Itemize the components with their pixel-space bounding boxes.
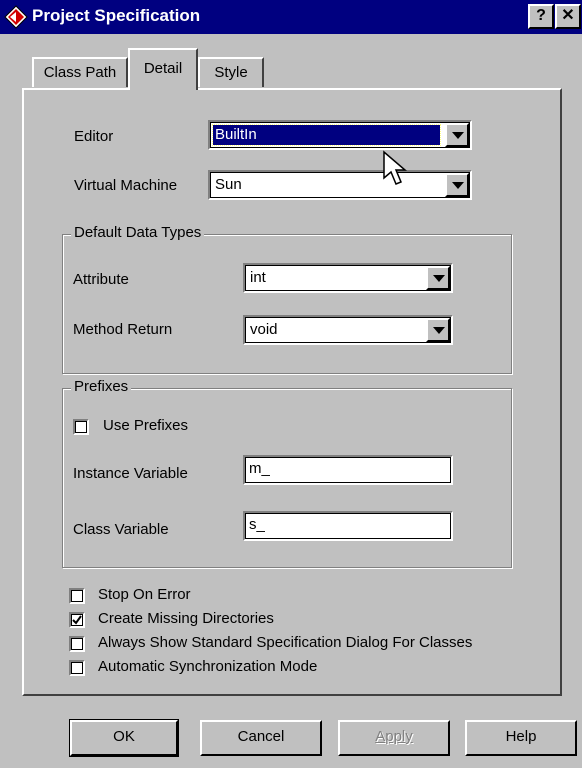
virtual-machine-select[interactable]: Sun (208, 170, 472, 200)
create-missing-directories-label: Create Missing Directories (98, 610, 274, 627)
attribute-select[interactable]: int (243, 263, 453, 293)
project-specification-dialog: Project Specification ? ✕ Class Path Det… (0, 0, 582, 768)
instance-variable-label: Instance Variable (73, 465, 188, 482)
prefixes-title: Prefixes (71, 378, 132, 395)
prefixes-group: Prefixes Use Prefixes Instance Variable … (62, 378, 512, 568)
detail-tab-panel: Editor BuiltIn Virtual Machine Sun Defau… (22, 88, 562, 696)
tab-style[interactable]: Style (198, 57, 264, 87)
checkmark-icon (72, 615, 82, 625)
stop-on-error-checkbox[interactable] (69, 588, 85, 604)
default-data-types-group: Default Data Types Attribute int Method … (62, 224, 512, 374)
automatic-sync-mode-checkbox[interactable] (69, 660, 85, 676)
ok-button[interactable]: OK (69, 719, 179, 757)
app-diamond-icon (4, 5, 28, 29)
editor-select-value: BuiltIn (212, 124, 441, 146)
title-bar[interactable]: Project Specification ? ✕ (0, 0, 582, 34)
virtual-machine-label: Virtual Machine (74, 177, 178, 194)
editor-dropdown-arrow-icon[interactable] (445, 123, 469, 147)
method-return-label: Method Return (73, 321, 173, 338)
class-variable-label: Class Variable (73, 521, 169, 538)
window-title: Project Specification (32, 6, 201, 25)
stop-on-error-label: Stop On Error (98, 586, 191, 603)
cancel-button[interactable]: Cancel (200, 720, 322, 756)
help-button[interactable]: Help (465, 720, 577, 756)
instance-variable-input[interactable]: m_ (243, 455, 453, 485)
method-return-select-value: void (250, 321, 278, 338)
always-show-spec-dialog-checkbox[interactable] (69, 636, 85, 652)
attribute-dropdown-arrow-icon[interactable] (426, 266, 450, 290)
editor-select[interactable]: BuiltIn (208, 120, 472, 150)
tab-detail[interactable]: Detail (128, 48, 198, 90)
method-return-select[interactable]: void (243, 315, 453, 345)
mouse-pointer-icon (383, 150, 408, 185)
always-show-spec-dialog-label: Always Show Standard Specification Dialo… (98, 634, 473, 651)
virtual-machine-select-value: Sun (215, 176, 242, 193)
use-prefixes-label: Use Prefixes (103, 417, 189, 434)
tab-class-path[interactable]: Class Path (32, 57, 128, 87)
default-data-types-title: Default Data Types (71, 224, 205, 241)
attribute-label: Attribute (73, 271, 129, 288)
use-prefixes-checkbox[interactable] (73, 419, 89, 435)
method-return-dropdown-arrow-icon[interactable] (426, 318, 450, 342)
virtual-machine-dropdown-arrow-icon[interactable] (445, 173, 469, 197)
close-title-button[interactable]: ✕ (555, 4, 581, 29)
class-variable-input[interactable]: s_ (243, 511, 453, 541)
automatic-sync-mode-label: Automatic Synchronization Mode (98, 658, 318, 675)
apply-button[interactable]: Apply (338, 720, 450, 756)
attribute-select-value: int (250, 269, 266, 286)
help-title-button[interactable]: ? (528, 4, 554, 29)
editor-label: Editor (74, 128, 114, 145)
create-missing-directories-checkbox[interactable] (69, 612, 85, 628)
